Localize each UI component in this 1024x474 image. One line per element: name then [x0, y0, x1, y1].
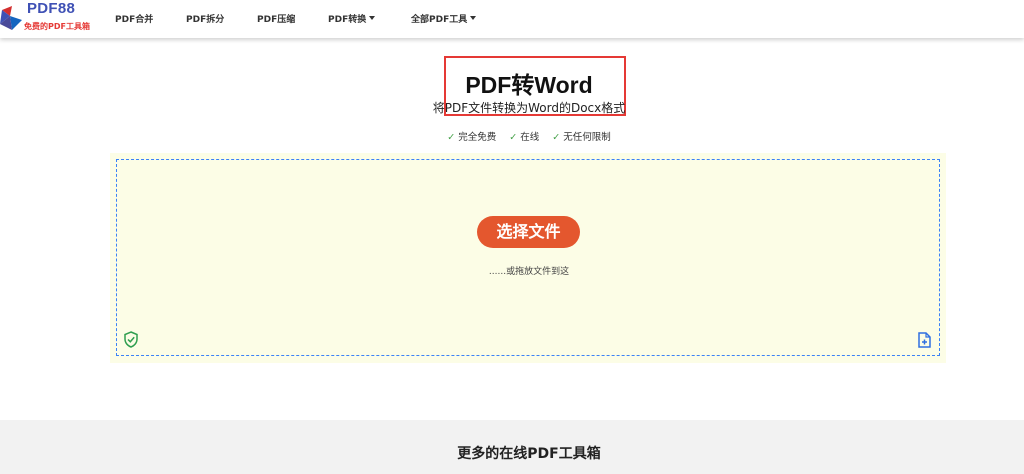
nav-label: PDF拆分	[186, 15, 225, 25]
nav-item-pdf-compress[interactable]: PDF压缩	[257, 12, 295, 25]
brand-tagline: 免费的PDF工具箱	[24, 22, 90, 31]
check-icon: ✓	[447, 132, 456, 143]
nav-item-pdf-split[interactable]: PDF拆分	[186, 12, 224, 25]
caret-down-icon	[369, 16, 376, 20]
nav-label: PDF压缩	[257, 15, 296, 25]
nav-item-pdf-convert[interactable]: PDF转换	[328, 12, 376, 25]
shield-check-icon	[124, 331, 138, 348]
feature-no-limits: ✓ 无任何限制	[552, 132, 611, 143]
more-tools-title: 更多的在线PDF工具箱	[457, 446, 601, 462]
feature-online: ✓ 在线	[509, 132, 540, 143]
drag-drop-hint: ......或拖放文件到这	[488, 267, 570, 277]
brand-name: PDF88	[27, 0, 76, 17]
check-icon: ✓	[509, 132, 518, 143]
feature-free: ✓ 完全免费	[447, 132, 497, 143]
brand-logo[interactable]: PDF88 免费的PDF工具箱	[0, 0, 100, 38]
nav-label: 全部PDF工具	[411, 15, 468, 25]
select-file-button[interactable]: 选择文件	[477, 216, 580, 248]
page-subtitle: 将PDF文件转换为Word的Docx格式	[432, 101, 626, 115]
top-nav-bar: PDF88 免费的PDF工具箱 PDF合并 PDF拆分 PDF压缩 PDF转换 …	[0, 0, 1024, 38]
feature-list: ✓ 完全免费 ✓ 在线 ✓ 无任何限制	[0, 129, 1024, 143]
nav-label: PDF合并	[115, 15, 154, 25]
check-icon: ✓	[552, 132, 561, 143]
nav-item-all-tools[interactable]: 全部PDF工具	[411, 12, 477, 25]
nav-label: PDF转换	[328, 15, 367, 25]
file-dropzone[interactable]	[116, 159, 940, 356]
nav-item-pdf-merge[interactable]: PDF合并	[115, 12, 153, 25]
logo-mark	[0, 6, 22, 30]
caret-down-icon	[470, 16, 477, 20]
add-file-icon[interactable]	[917, 332, 931, 348]
